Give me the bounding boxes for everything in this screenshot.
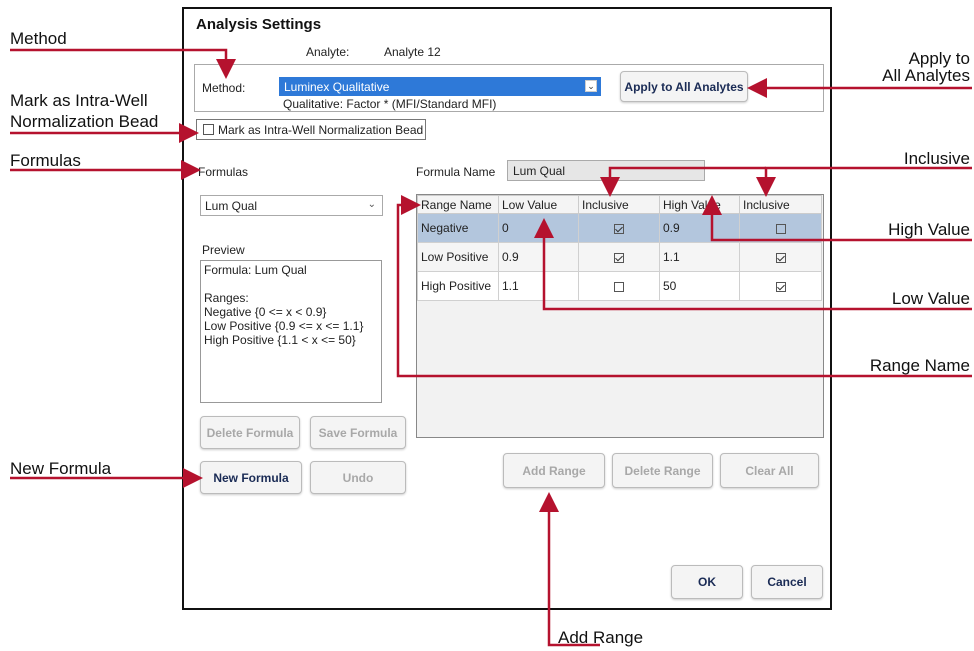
range-name-cell[interactable]: High Positive (417, 271, 499, 301)
apply-to-all-analytes-button[interactable]: Apply to All Analytes (620, 71, 748, 102)
callout-inclusive: Inclusive (903, 149, 970, 168)
low-inclusive-cell[interactable] (578, 242, 660, 272)
preview-line: Formula: Lum Qual (204, 263, 307, 277)
high-inclusive-cell[interactable] (739, 213, 822, 243)
callout-high-value: High Value (888, 220, 970, 239)
range-name-cell[interactable]: Negative (417, 213, 499, 243)
callout-low-value: Low Value (891, 289, 970, 308)
clear-all-button[interactable]: Clear All (720, 453, 819, 488)
table-row[interactable]: Negative 0 0.9 (417, 213, 822, 243)
formula-name-label: Formula Name (416, 165, 496, 179)
col-header-range-name[interactable]: Range Name (417, 195, 499, 214)
callout-range-name: Range Name (869, 356, 970, 375)
preview-line: High Positive {1.1 < x <= 50} (204, 333, 356, 347)
range-table-panel: Range Name Low Value Inclusive High Valu… (416, 194, 824, 438)
high-inclusive-cell[interactable] (739, 271, 822, 301)
low-inclusive-cell[interactable] (578, 271, 660, 301)
preview-line: Low Positive {0.9 <= x <= 1.1} (204, 319, 364, 333)
preview-line: Ranges: (204, 291, 249, 305)
preview-label: Preview (202, 243, 245, 257)
callout-intra-well-line2: Normalization Bead (10, 112, 159, 131)
chevron-down-icon: ⌄ (367, 199, 376, 210)
high-value-cell[interactable]: 50 (659, 271, 740, 301)
callout-formulas: Formulas (10, 151, 81, 170)
checkbox-checked[interactable] (775, 252, 786, 263)
col-header-low-inclusive[interactable]: Inclusive (578, 195, 660, 214)
table-row[interactable]: Low Positive 0.9 1.1 (417, 242, 822, 272)
checkbox-checked[interactable] (614, 223, 624, 234)
range-table: Range Name Low Value Inclusive High Valu… (417, 195, 822, 301)
cancel-button[interactable]: Cancel (751, 565, 823, 599)
checkbox-checked[interactable] (775, 281, 786, 292)
low-value-cell[interactable]: 0.9 (498, 242, 579, 272)
analyte-label: Analyte: (306, 45, 350, 59)
col-header-low-value[interactable]: Low Value (498, 195, 579, 214)
callout-apply-line2: All Analytes (882, 66, 970, 85)
dialog-title: Analysis Settings (196, 16, 322, 33)
add-range-button[interactable]: Add Range (503, 453, 605, 488)
low-inclusive-cell[interactable] (578, 213, 660, 243)
high-inclusive-cell[interactable] (739, 242, 822, 272)
range-name-cell[interactable]: Low Positive (417, 242, 499, 272)
callout-add-range: Add Range (558, 628, 644, 647)
undo-button[interactable]: Undo (310, 461, 406, 494)
col-header-high-value[interactable]: High Value (659, 195, 740, 214)
intra-well-checkbox[interactable] (203, 124, 214, 135)
table-row[interactable]: High Positive 1.1 50 (417, 271, 822, 301)
checkbox-unchecked[interactable] (614, 281, 624, 292)
delete-formula-button[interactable]: Delete Formula (200, 416, 300, 449)
low-value-cell[interactable]: 0 (498, 213, 579, 243)
low-value-cell[interactable]: 1.1 (498, 271, 579, 301)
high-value-cell[interactable]: 0.9 (659, 213, 740, 243)
save-formula-button[interactable]: Save Formula (310, 416, 406, 449)
analyte-value: Analyte 12 (384, 45, 441, 59)
formula-select-value: Lum Qual (205, 199, 258, 213)
method-label: Method: (202, 81, 246, 95)
preview-line (204, 277, 378, 291)
ok-button[interactable]: OK (671, 565, 743, 599)
high-value-cell[interactable]: 1.1 (659, 242, 740, 272)
formula-select[interactable]: Lum Qual ⌄ (200, 195, 383, 216)
method-select[interactable]: Luminex Qualitative ⌄ (279, 77, 601, 96)
preview-line: Negative {0 <= x < 0.9} (204, 305, 327, 319)
new-formula-button[interactable]: New Formula (200, 461, 302, 494)
formula-name-input[interactable]: Lum Qual (507, 160, 705, 181)
col-header-high-inclusive[interactable]: Inclusive (739, 195, 822, 214)
callout-intra-well-line1: Mark as Intra-Well (10, 91, 148, 110)
callout-method: Method (10, 29, 67, 48)
callout-new-formula: New Formula (10, 459, 112, 478)
formulas-label: Formulas (198, 165, 249, 179)
method-select-value: Luminex Qualitative (284, 80, 390, 94)
delete-range-button[interactable]: Delete Range (612, 453, 713, 488)
preview-box: Formula: Lum Qual Ranges: Negative {0 <=… (200, 260, 382, 403)
range-table-header-row: Range Name Low Value Inclusive High Valu… (417, 195, 822, 214)
chevron-down-icon: ⌄ (585, 80, 597, 92)
intra-well-checkbox-row[interactable]: Mark as Intra-Well Normalization Bead (196, 119, 426, 140)
intra-well-checkbox-label: Mark as Intra-Well Normalization Bead (218, 122, 424, 137)
checkbox-checked[interactable] (614, 252, 624, 263)
method-description: Qualitative: Factor * (MFI/Standard MFI) (283, 97, 497, 111)
checkbox-unchecked[interactable] (775, 223, 786, 234)
